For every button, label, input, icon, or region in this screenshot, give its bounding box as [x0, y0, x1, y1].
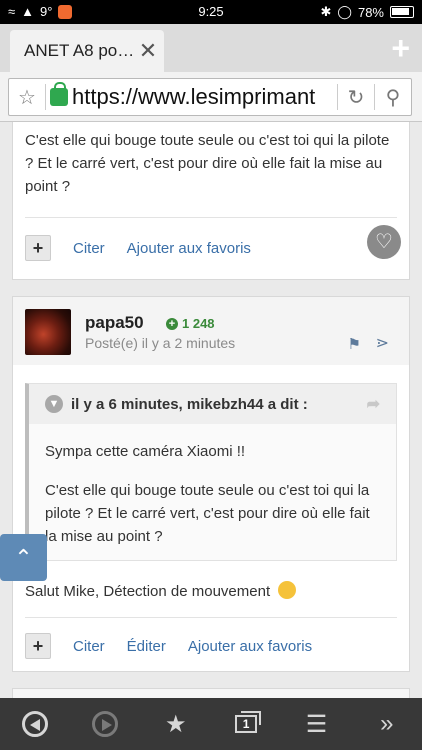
report-flag-icon[interactable]: ⚑: [348, 335, 361, 353]
quote-link[interactable]: Citer: [73, 240, 105, 257]
post-text: Salut Mike, Détection de mouvement: [25, 581, 297, 600]
post-actions: + Citer Ajouter aux favoris ♡: [25, 225, 401, 261]
post-actions: + Citer Éditer Ajouter aux favoris: [25, 633, 397, 659]
tab-count: 1: [235, 711, 262, 733]
tab-title: ANET A8 po…: [24, 41, 132, 60]
fast-forward-button[interactable]: »: [357, 698, 417, 750]
reply-text: Salut Mike, Détection de mouvement: [25, 583, 271, 600]
reputation-badge: + 1 248: [166, 316, 215, 331]
share-icon[interactable]: ⋗: [376, 333, 389, 353]
star-icon: ★: [165, 710, 187, 738]
browser-chrome: ANET A8 po… ✕ + ☆ https://www.lesimprima…: [0, 24, 422, 122]
bookmark-star-icon[interactable]: ☆: [9, 79, 45, 115]
edit-link[interactable]: Éditer: [127, 638, 166, 655]
quote-line: C'est elle qui bouge toute seule ou c'es…: [45, 482, 370, 545]
favorite-link[interactable]: Ajouter aux favoris: [188, 638, 312, 655]
author-name[interactable]: papa50: [85, 313, 144, 333]
quote-block: ▼ il y a 6 minutes, mikebzh44 a dit : ➦ …: [25, 383, 397, 561]
post-header: papa50 + 1 248 Posté(e) il y a 2 minutes…: [13, 297, 409, 365]
reputation-count: 1 248: [182, 316, 215, 331]
post-card: papa50 + 1 248 Posté(e) il y a 2 minutes…: [12, 296, 410, 672]
back-button[interactable]: [5, 698, 65, 750]
status-bar: ≈ ▲ 9° 9:25 ✱ ◯ 78%: [0, 0, 422, 24]
post-text: C'est elle qui bouge toute seule ou c'es…: [25, 132, 390, 195]
plus-circle-icon: +: [166, 317, 178, 330]
battery-percent: 78%: [357, 4, 384, 20]
tabs-button[interactable]: 1: [216, 698, 276, 750]
scroll-to-top-button[interactable]: ⌃: [0, 534, 47, 581]
quote-link[interactable]: Citer: [73, 638, 105, 655]
forward-icon: [92, 711, 119, 737]
list-icon: ☰: [305, 710, 328, 738]
post-time[interactable]: Posté(e) il y a 2 minutes: [85, 335, 235, 351]
browser-tab[interactable]: ANET A8 po… ✕: [10, 30, 164, 72]
page-content[interactable]: C'est elle qui bouge toute seule ou c'es…: [0, 122, 422, 698]
new-tab-button[interactable]: +: [391, 32, 410, 64]
quote-line: Sympa cette caméra Xiaomi !!: [45, 443, 246, 460]
quote-body: Sympa cette caméra Xiaomi !! C'est elle …: [29, 424, 396, 580]
status-right: ✱ ◯ 78%: [320, 4, 414, 20]
close-tab-icon[interactable]: ✕: [132, 38, 164, 64]
post-card: C'est elle qui bouge toute seule ou c'es…: [12, 122, 410, 280]
reload-icon[interactable]: ↻: [338, 79, 374, 115]
divider: [45, 84, 46, 110]
next-post-stub: [12, 688, 410, 698]
wink-emoji-icon: [278, 581, 297, 599]
url-text[interactable]: https://www.lesimprimant: [72, 84, 337, 110]
avatar[interactable]: [25, 309, 71, 355]
url-box[interactable]: ☆ https://www.lesimprimant ↻ ⚲: [8, 78, 412, 116]
divider: [25, 617, 397, 618]
lock-icon[interactable]: [50, 82, 68, 106]
quote-jump-icon[interactable]: ➦: [367, 394, 380, 414]
quote-header[interactable]: ▼ il y a 6 minutes, mikebzh44 a dit : ➦: [29, 384, 396, 424]
alarm-off-icon: ◯: [337, 4, 352, 19]
url-bar: ☆ https://www.lesimprimant ↻ ⚲: [0, 72, 422, 122]
divider: [25, 217, 397, 218]
browser-toolbar: ★ 1 ☰ »: [0, 698, 422, 750]
multiquote-button[interactable]: +: [25, 633, 51, 659]
quote-attribution: il y a 6 minutes, mikebzh44 a dit :: [71, 395, 308, 413]
battery-icon: [390, 6, 414, 18]
favorite-link[interactable]: Ajouter aux favoris: [127, 240, 251, 257]
menu-button[interactable]: ☰: [286, 698, 346, 750]
multiquote-button[interactable]: +: [25, 235, 51, 261]
double-chevron-right-icon: »: [380, 710, 394, 737]
bluetooth-icon: ✱: [320, 4, 332, 19]
search-icon[interactable]: ⚲: [375, 79, 411, 115]
chevron-down-icon[interactable]: ▼: [45, 395, 63, 413]
like-heart-icon[interactable]: ♡: [367, 225, 401, 259]
bookmarks-button[interactable]: ★: [146, 698, 206, 750]
back-icon: [22, 711, 49, 737]
forward-button[interactable]: [75, 698, 135, 750]
